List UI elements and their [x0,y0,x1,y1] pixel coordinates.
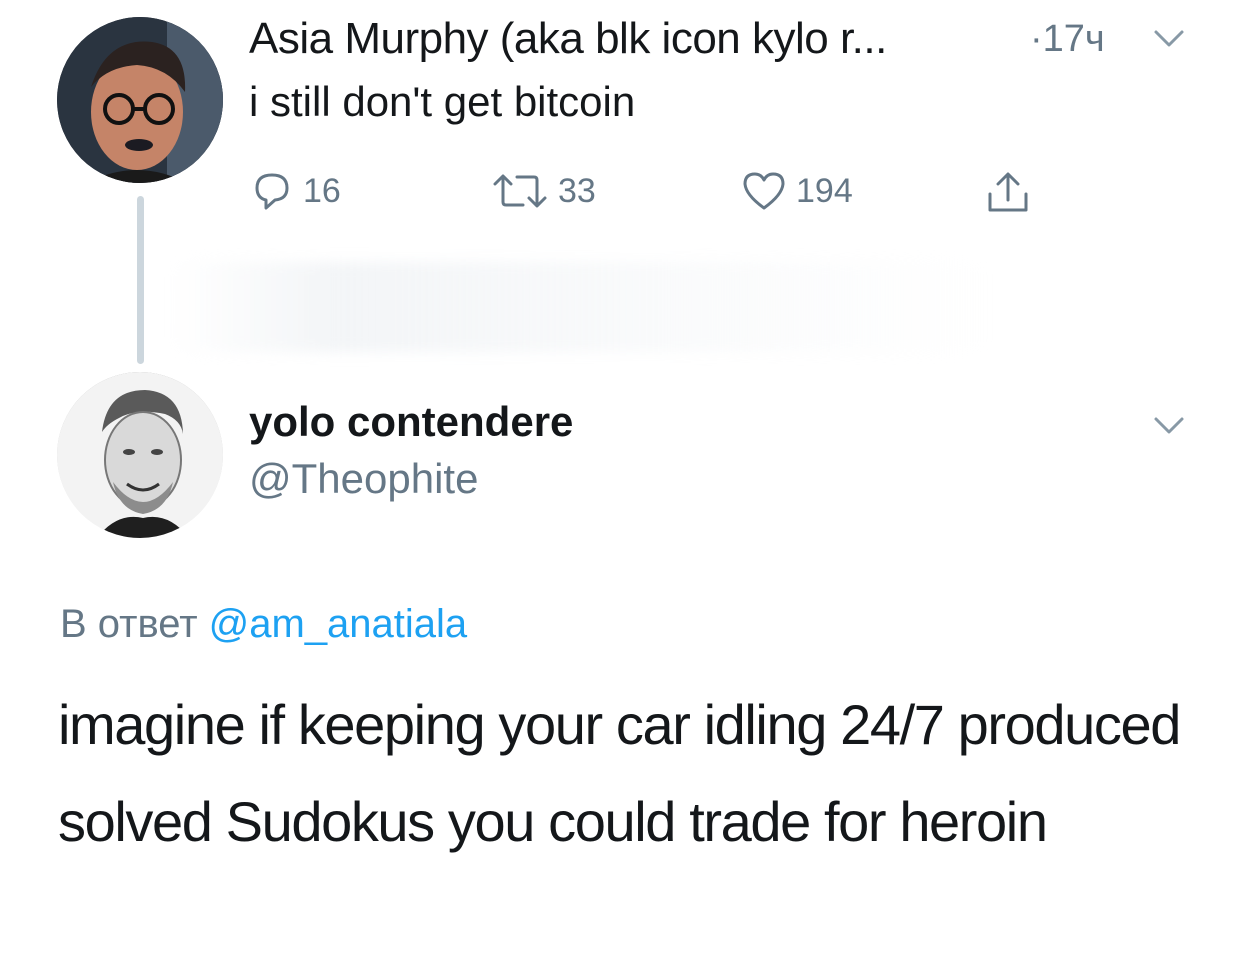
reply-avatar[interactable] [57,372,223,538]
share-icon [988,172,1028,212]
retweet-count: 33 [558,171,596,210]
parent-avatar-image [57,17,223,183]
retweet-button[interactable]: 33 [490,168,596,214]
thread-connector-line [137,196,144,364]
reply-icon [255,173,289,210]
reply-button[interactable]: 16 [249,168,341,214]
share-button[interactable] [984,170,1032,216]
reply-tweet-text: imagine if keeping your car idling 24/7 … [58,693,1181,853]
chevron-down-icon[interactable] [1153,415,1185,442]
reply-display-name[interactable]: yolo contendere [249,398,573,446]
like-count: 194 [796,171,853,210]
parent-timestamp[interactable]: ·17ч [1030,18,1105,61]
replying-to-line: В ответ @am_anatiala [60,602,467,647]
reply-handle[interactable]: @Theophite [249,455,478,503]
chevron-down-icon[interactable] [1153,28,1185,55]
mention-link[interactable]: @am_anatiala [209,602,468,646]
parent-avatar[interactable] [57,17,223,183]
reply-avatar-image [57,372,223,538]
replying-to-label: В ответ [60,602,209,646]
parent-tweet-text: i still don't get bitcoin [249,78,636,125]
retweet-icon [493,174,547,208]
heart-icon [743,172,785,210]
faded-placeholder [170,262,990,352]
reply-count: 16 [303,171,341,210]
like-button[interactable]: 194 [740,168,853,214]
parent-display-name[interactable]: Asia Murphy (aka blk icon kylo r... [249,14,887,64]
